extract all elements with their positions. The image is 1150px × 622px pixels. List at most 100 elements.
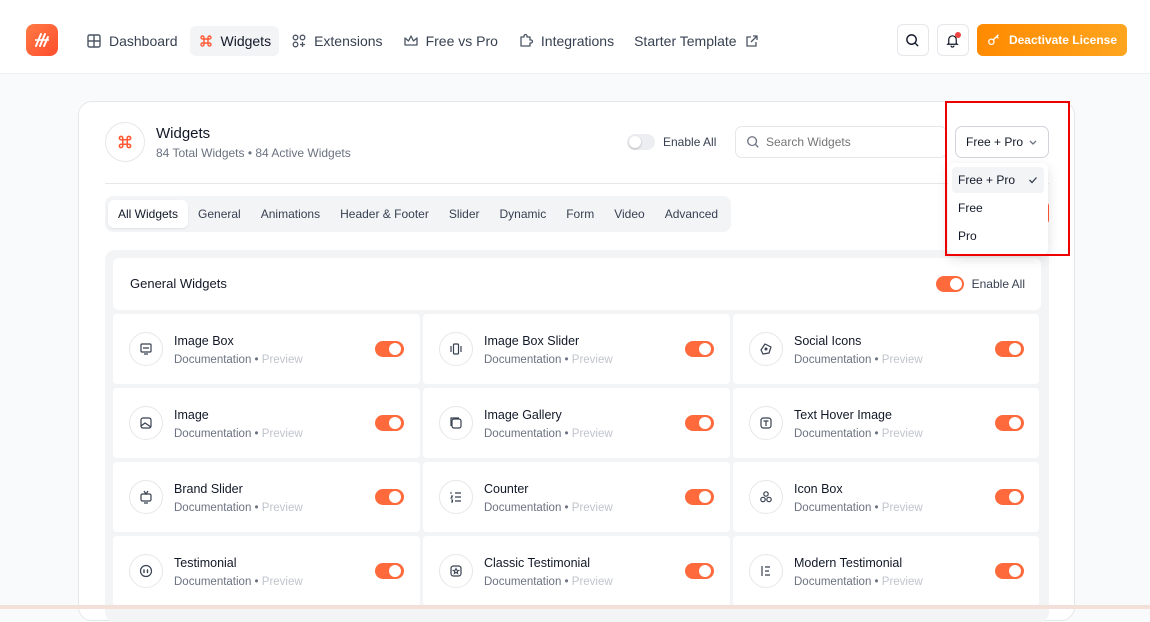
grid-icon xyxy=(87,34,101,48)
tab-general[interactable]: General xyxy=(188,200,251,228)
widget-grid: Image Box Documentation • Preview Image Bo… xyxy=(113,314,1039,606)
documentation-link[interactable]: Documentation xyxy=(794,428,871,440)
preview-link[interactable]: Preview xyxy=(572,576,613,588)
tab-header-footer[interactable]: Header & Footer xyxy=(330,200,439,228)
nav-extensions[interactable]: Extensions xyxy=(283,26,390,56)
toggle-switch[interactable] xyxy=(627,134,655,150)
plan-filter-dropdown: Free + Pro Free Pro xyxy=(948,163,1048,255)
documentation-link[interactable]: Documentation xyxy=(484,428,561,440)
gallery-icon xyxy=(450,417,462,429)
documentation-link[interactable]: Documentation xyxy=(174,354,251,366)
documentation-link[interactable]: Documentation xyxy=(174,502,251,514)
nav-dashboard[interactable]: Dashboard xyxy=(78,26,186,56)
app-logo[interactable] xyxy=(26,24,58,56)
widget-links: Documentation • Preview xyxy=(794,576,923,588)
deactivate-license-button[interactable]: Deactivate License xyxy=(976,24,1127,56)
documentation-link[interactable]: Documentation xyxy=(794,576,871,588)
preview-link[interactable]: Preview xyxy=(882,354,923,366)
widget-toggle[interactable] xyxy=(375,563,404,579)
quote-icon xyxy=(139,564,153,578)
documentation-link[interactable]: Documentation xyxy=(484,576,561,588)
documentation-link[interactable]: Documentation xyxy=(174,576,251,588)
nav-starter-template[interactable]: Starter Template xyxy=(626,26,767,56)
main-nav: Dashboard Widgets Extensions Free vs Pro… xyxy=(78,26,768,56)
widget-name: Classic Testimonial xyxy=(484,556,591,570)
documentation-link[interactable]: Documentation xyxy=(174,428,251,440)
link-separator: • xyxy=(871,428,882,440)
widget-toggle[interactable] xyxy=(685,489,714,505)
widget-links: Documentation • Preview xyxy=(484,502,613,514)
puzzle-icon xyxy=(520,33,533,47)
tab-animations[interactable]: Animations xyxy=(251,200,330,228)
search-widgets-field[interactable] xyxy=(735,126,947,158)
monitor-icon xyxy=(140,343,152,355)
widget-toggle[interactable] xyxy=(995,415,1024,431)
preview-link[interactable]: Preview xyxy=(572,502,613,514)
preview-link[interactable]: Preview xyxy=(572,428,613,440)
preview-link[interactable]: Preview xyxy=(262,502,303,514)
widget-toggle[interactable] xyxy=(375,415,404,431)
dropdown-option-free[interactable]: Free xyxy=(952,195,1044,221)
widget-toggle[interactable] xyxy=(685,415,714,431)
option-label: Free + Pro xyxy=(958,173,1016,187)
notifications-button[interactable] xyxy=(936,24,969,56)
widget-links: Documentation • Preview xyxy=(174,428,303,440)
preview-link[interactable]: Preview xyxy=(882,576,923,588)
plan-filter-select[interactable]: Free + Pro xyxy=(955,126,1049,158)
notification-dot xyxy=(954,32,961,38)
link-separator: • xyxy=(871,576,882,588)
tv-icon xyxy=(140,490,152,504)
documentation-link[interactable]: Documentation xyxy=(794,502,871,514)
widget-toggle[interactable] xyxy=(995,563,1024,579)
documentation-link[interactable]: Documentation xyxy=(484,502,561,514)
widget-icon-wrap xyxy=(749,332,783,366)
widget-icon-wrap xyxy=(749,480,783,514)
link-separator: • xyxy=(251,576,262,588)
select-value: Free + Pro xyxy=(966,135,1024,149)
option-label: Free xyxy=(958,201,983,215)
preview-link[interactable]: Preview xyxy=(262,576,303,588)
widget-toggle[interactable] xyxy=(685,563,714,579)
tab-form[interactable]: Form xyxy=(556,200,604,228)
dropdown-option-pro[interactable]: Pro xyxy=(952,223,1044,249)
widget-toggle[interactable] xyxy=(375,489,404,505)
widget-icon-wrap xyxy=(439,332,473,366)
widget-links: Documentation • Preview xyxy=(174,502,303,514)
align-icon xyxy=(761,566,770,576)
search-input[interactable] xyxy=(766,135,936,149)
nav-widgets[interactable]: Widgets xyxy=(189,26,280,56)
option-label: Pro xyxy=(958,229,977,243)
widget-name: Brand Slider xyxy=(174,482,243,496)
documentation-link[interactable]: Documentation xyxy=(484,354,561,366)
preview-link[interactable]: Preview xyxy=(882,428,923,440)
global-search-button[interactable] xyxy=(896,24,929,56)
toggle-switch[interactable] xyxy=(935,276,964,292)
tab-all-widgets[interactable]: All Widgets xyxy=(108,200,189,228)
widget-toggle[interactable] xyxy=(375,341,404,357)
tab-advanced[interactable]: Advanced xyxy=(655,200,728,228)
widget-name: Counter xyxy=(484,482,529,496)
nav-label: Dashboard xyxy=(109,33,178,49)
widget-toggle[interactable] xyxy=(995,341,1024,357)
documentation-link[interactable]: Documentation xyxy=(794,354,871,366)
nav-free-vs-pro[interactable]: Free vs Pro xyxy=(395,26,506,56)
enable-all-toggle-global[interactable]: Enable All xyxy=(627,134,716,150)
enable-all-label: Enable All xyxy=(971,277,1025,291)
tab-dynamic[interactable]: Dynamic xyxy=(490,200,557,228)
enable-all-toggle-section[interactable]: Enable All xyxy=(935,276,1025,292)
widget-links: Documentation • Preview xyxy=(794,502,923,514)
widget-toggle[interactable] xyxy=(685,341,714,357)
nav-integrations[interactable]: Integrations xyxy=(510,26,622,56)
widget-toggle[interactable] xyxy=(995,489,1024,505)
preview-link[interactable]: Preview xyxy=(882,502,923,514)
widget-name: Image xyxy=(174,408,209,422)
preview-link[interactable]: Preview xyxy=(572,354,613,366)
search-icon xyxy=(906,33,920,47)
command-icon xyxy=(118,135,132,149)
tab-video[interactable]: Video xyxy=(604,200,654,228)
dropdown-option-free-pro[interactable]: Free + Pro xyxy=(952,167,1044,193)
preview-link[interactable]: Preview xyxy=(262,354,303,366)
tab-slider[interactable]: Slider xyxy=(439,200,490,228)
widget-links: Documentation • Preview xyxy=(794,428,923,440)
preview-link[interactable]: Preview xyxy=(262,428,303,440)
